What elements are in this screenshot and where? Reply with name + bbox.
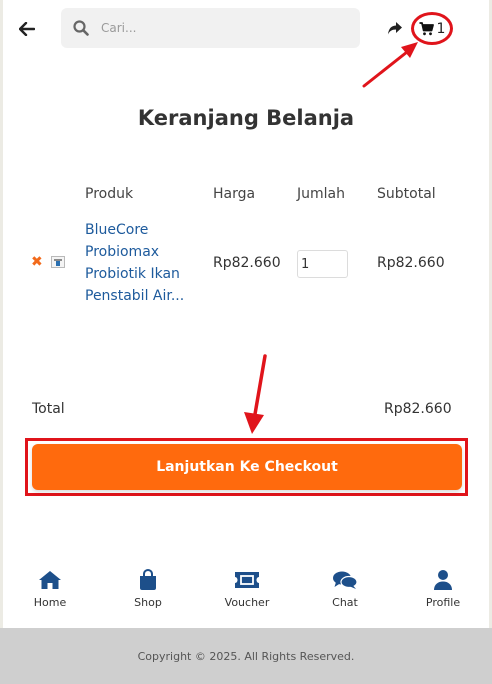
checkout-button[interactable]: Lanjutkan Ke Checkout (32, 444, 462, 490)
ticket-icon (235, 572, 259, 588)
cart-count: 1 (436, 20, 446, 37)
product-name-line: Probiotik Ikan (85, 266, 180, 282)
total-value: Rp82.660 (384, 401, 452, 417)
column-header-price: Harga (213, 186, 256, 202)
copyright-text: Copyright © 2025. All Rights Reserved. (137, 649, 355, 663)
search-input[interactable] (101, 21, 321, 35)
column-header-product: Produk (85, 186, 134, 202)
user-icon (434, 570, 452, 590)
shopping-bag-icon (140, 569, 156, 590)
column-header-subtotal: Subtotal (377, 186, 436, 202)
product-name-line: Probiomax (85, 244, 160, 260)
footer: Copyright © 2025. All Rights Reserved. (0, 628, 492, 684)
product-name-line: BlueCore (85, 222, 149, 238)
search-bar[interactable] (61, 8, 360, 48)
remove-item-icon[interactable]: ✖ (31, 255, 43, 269)
nav-label-profile: Profile (425, 596, 461, 609)
nav-label-voucher: Voucher (224, 596, 270, 609)
arrow-left-icon (19, 22, 35, 36)
nav-item-shop[interactable]: Shop (113, 568, 183, 609)
nav-label-shop: Shop (134, 596, 162, 609)
page-title: Keranjang Belanja (137, 106, 355, 130)
product-subtotal: Rp82.660 (377, 255, 445, 271)
share-icon (388, 22, 402, 35)
search-icon (73, 20, 89, 36)
product-name-line: Penstabil Air... (85, 288, 185, 304)
quantity-input[interactable] (297, 250, 348, 278)
annotation-arrow-checkout (252, 354, 267, 422)
top-bar: 1 (0, 0, 492, 60)
nav-item-chat[interactable]: Chat (310, 568, 380, 609)
product-price: Rp82.660 (213, 255, 281, 271)
nav-item-home[interactable]: Home (15, 568, 85, 609)
home-icon (39, 571, 61, 589)
nav-item-profile[interactable]: Profile (408, 568, 478, 609)
back-button[interactable] (16, 18, 38, 40)
nav-label-chat: Chat (332, 596, 358, 609)
total-label: Total (32, 401, 65, 417)
product-thumbnail[interactable] (51, 256, 65, 268)
cart-icon (419, 21, 434, 35)
chat-icon (333, 571, 358, 589)
nav-item-voucher[interactable]: Voucher (212, 568, 282, 609)
product-name-link[interactable]: BlueCore Probiomax Probiotik Ikan Pensta… (85, 219, 197, 307)
column-header-quantity: Jumlah (297, 186, 345, 202)
nav-label-home: Home (33, 596, 67, 609)
cart-button[interactable]: 1 (411, 12, 453, 45)
annotation-arrowhead-checkout (244, 412, 264, 434)
left-edge (0, 0, 3, 684)
share-button[interactable] (386, 19, 404, 37)
